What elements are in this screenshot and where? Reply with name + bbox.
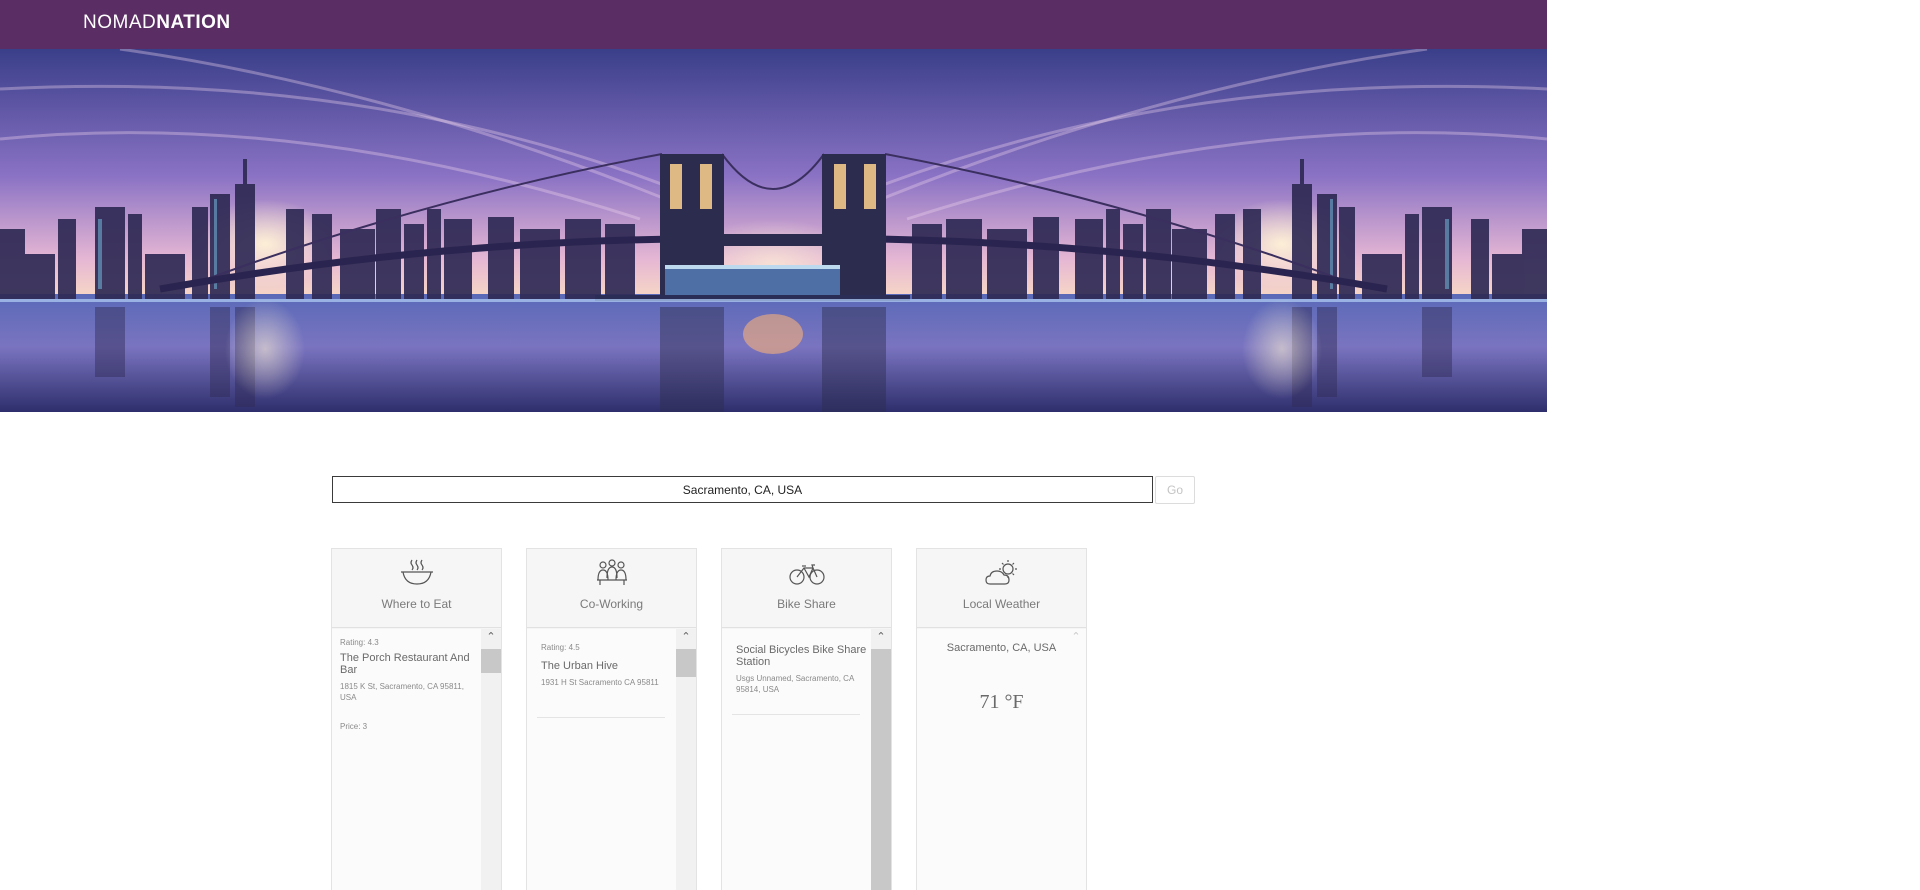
- scrollbar[interactable]: ⌃: [481, 629, 501, 890]
- scroll-thumb[interactable]: [481, 649, 501, 673]
- item-name[interactable]: The Urban Hive: [541, 660, 683, 672]
- item-price: Price: 3: [340, 722, 368, 731]
- card-title: Local Weather: [962, 597, 1041, 611]
- weather-city: Sacramento, CA, USA: [946, 642, 1057, 654]
- card-list[interactable]: Social Bicycles Bike Share Station Usgs …: [722, 629, 891, 890]
- scroll-thumb[interactable]: [871, 649, 891, 890]
- list-item[interactable]: Social Bicycles Bike Share Station Usgs …: [736, 644, 878, 695]
- card-local-weather: Local Weather Sacramento, CA, USA 71 °F …: [916, 548, 1087, 890]
- scroll-thumb[interactable]: [676, 649, 696, 677]
- card-header: Co-Working: [527, 549, 696, 628]
- page: NOMADNATION Sacramento, CA, USA Go Where…: [0, 0, 1920, 890]
- item-name[interactable]: Social Bicycles Bike Share Station: [736, 644, 878, 668]
- card-list[interactable]: Rating: 4.5 The Urban Hive 1931 H St Sac…: [527, 629, 696, 890]
- hero-skyline-image: [0, 49, 1547, 412]
- brand-logo-part1: NOMAD: [83, 12, 157, 33]
- cloud-sun-icon: [985, 560, 1017, 585]
- scrollbar[interactable]: ⌃: [1066, 629, 1086, 890]
- card-weather-body: Sacramento, CA, USA 71 °F ⌃: [917, 629, 1086, 890]
- search-input[interactable]: [332, 476, 1153, 503]
- item-rating: Rating: 4.5: [541, 643, 580, 652]
- card-header: Bike Share: [722, 549, 891, 628]
- item-rating: Rating: 4.3: [340, 638, 379, 647]
- scrollbar[interactable]: ⌃: [676, 629, 696, 890]
- card-title: Co-Working: [579, 597, 644, 611]
- scroll-up-icon[interactable]: ⌃: [680, 632, 692, 643]
- card-header: Local Weather: [917, 549, 1086, 628]
- card-co-working: Co-Working Rating: 4.5 The Urban Hive 19…: [526, 548, 697, 890]
- item-address: Usgs Unnamed, Sacramento, CA 95814, USA: [736, 674, 854, 694]
- brand-logo[interactable]: NOMADNATION: [83, 12, 231, 34]
- card-header: Where to Eat: [332, 549, 501, 628]
- card-title: Bike Share: [777, 597, 836, 611]
- scroll-up-icon[interactable]: ⌃: [875, 632, 887, 643]
- go-button[interactable]: Go: [1155, 476, 1195, 504]
- item-name[interactable]: The Porch Restaurant And Bar: [340, 652, 482, 676]
- bicycle-icon: [789, 564, 825, 585]
- list-item[interactable]: Rating: 4.5 The Urban Hive 1931 H St Sac…: [541, 643, 683, 688]
- people-icon: [597, 559, 627, 585]
- page-gutter: [1547, 0, 1920, 890]
- top-navbar: NOMADNATION: [0, 0, 1547, 49]
- scroll-up-icon[interactable]: ⌃: [485, 632, 497, 643]
- item-address: 1815 K St, Sacramento, CA 95811, USA: [340, 682, 464, 702]
- brand-logo-part2: NATION: [156, 12, 231, 33]
- weather-temperature: 71 °F: [979, 691, 1024, 713]
- divider: [537, 717, 665, 718]
- card-title: Where to Eat: [381, 597, 452, 611]
- item-address: 1931 H St Sacramento CA 95811: [541, 678, 659, 687]
- card-where-to-eat: Where to Eat Rating: 4.3 The Porch Resta…: [331, 548, 502, 890]
- divider: [732, 714, 860, 715]
- bowl-icon: [401, 559, 433, 585]
- scroll-up-icon[interactable]: ⌃: [1070, 632, 1082, 643]
- scrollbar[interactable]: ⌃: [871, 629, 891, 890]
- list-item[interactable]: Rating: 4.3 The Porch Restaurant And Bar…: [340, 638, 482, 731]
- card-list[interactable]: Rating: 4.3 The Porch Restaurant And Bar…: [332, 629, 501, 890]
- card-bike-share: Bike Share Social Bicycles Bike Share St…: [721, 548, 892, 890]
